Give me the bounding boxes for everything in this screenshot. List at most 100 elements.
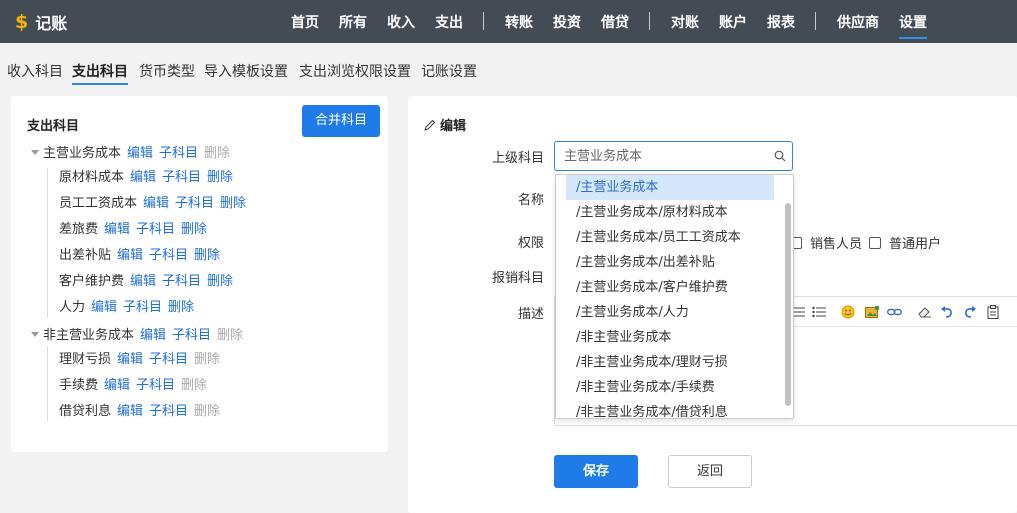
add-child-link[interactable]: 子科目	[149, 248, 188, 263]
add-child-link[interactable]: 子科目	[123, 300, 162, 315]
dropdown-option[interactable]: /非主营业务成本/手续费	[566, 375, 774, 400]
add-child-link[interactable]: 子科目	[159, 146, 198, 161]
delete-link[interactable]: 删除	[204, 146, 230, 161]
delete-link[interactable]: 删除	[168, 300, 194, 315]
delete-link[interactable]: 删除	[194, 248, 220, 263]
dropdown-option[interactable]: /主营业务成本/出差补贴	[566, 250, 774, 275]
tree-row: 借贷利息 编辑 子科目 删除	[59, 404, 226, 420]
dropdown-option[interactable]: /主营业务成本/客户维护费	[566, 275, 774, 300]
edit-link[interactable]: 编辑	[127, 146, 153, 161]
edit-link[interactable]: 编辑	[117, 404, 143, 419]
tree-row: 主营业务成本 编辑 子科目 删除	[31, 146, 236, 162]
edit-link[interactable]: 编辑	[104, 378, 130, 393]
merge-categories-button[interactable]: 合并科目	[302, 105, 380, 137]
delete-link[interactable]: 删除	[181, 378, 207, 393]
add-child-link[interactable]: 子科目	[172, 328, 211, 343]
nav-transfer[interactable]: 转账	[505, 12, 533, 32]
dropdown-option[interactable]: /主营业务成本/员工工资成本	[566, 225, 774, 250]
tab-currency-types[interactable]: 货币类型	[139, 61, 195, 81]
app-logo[interactable]: $ 记账	[15, 10, 67, 34]
edit-link[interactable]: 编辑	[130, 170, 156, 185]
tree-row: 出差补贴 编辑 子科目 删除	[59, 248, 226, 264]
nav-loan[interactable]: 借贷	[601, 12, 629, 32]
link-icon[interactable]	[886, 304, 902, 320]
back-button[interactable]: 返回	[668, 455, 752, 488]
panel-title: 支出科目	[27, 119, 80, 134]
tree-row: 手续费 编辑 子科目 删除	[59, 378, 213, 394]
category-name: 借贷利息	[59, 404, 112, 419]
add-child-link[interactable]: 子科目	[136, 222, 175, 237]
parent-category-input[interactable]	[555, 142, 760, 170]
permission-regular-user[interactable]: 普通用户	[869, 233, 941, 252]
nav-home[interactable]: 首页	[291, 12, 319, 32]
add-child-link[interactable]: 子科目	[149, 404, 188, 419]
delete-link[interactable]: 删除	[220, 196, 246, 211]
nav-settings[interactable]: 设置	[899, 12, 927, 39]
nav-reconcile[interactable]: 对账	[671, 12, 699, 32]
delete-link[interactable]: 删除	[217, 328, 243, 343]
parent-category-select[interactable]	[554, 141, 793, 171]
image-icon[interactable]	[864, 304, 880, 320]
category-name: 员工工资成本	[59, 196, 138, 211]
add-child-link[interactable]: 子科目	[162, 274, 201, 289]
dropdown-option[interactable]: /主营业务成本/原材料成本	[566, 200, 774, 225]
delete-link[interactable]: 删除	[207, 170, 233, 185]
edit-link[interactable]: 编辑	[130, 274, 156, 289]
delete-link[interactable]: 删除	[207, 274, 233, 289]
tab-expense-view-permissions[interactable]: 支出浏览权限设置	[299, 61, 411, 81]
parent-category-dropdown[interactable]: /主营业务成本/主营业务成本/原材料成本/主营业务成本/员工工资成本/主营业务成…	[555, 174, 794, 419]
edit-link[interactable]: 编辑	[143, 196, 169, 211]
nav-suppliers[interactable]: 供应商	[837, 12, 879, 32]
tab-income-categories[interactable]: 收入科目	[7, 61, 63, 81]
nav-reports[interactable]: 报表	[767, 12, 795, 32]
add-child-link[interactable]: 子科目	[162, 170, 201, 185]
tree-guide-line	[47, 346, 48, 421]
edit-link[interactable]: 编辑	[104, 222, 130, 237]
tab-expense-categories[interactable]: 支出科目	[72, 61, 128, 85]
category-name: 非主营业务成本	[43, 328, 135, 343]
dropdown-option[interactable]: /非主营业务成本/借贷利息	[566, 400, 774, 418]
edit-link[interactable]: 编辑	[91, 300, 117, 315]
tab-bookkeeping-settings[interactable]: 记账设置	[421, 61, 477, 81]
add-child-link[interactable]: 子科目	[149, 352, 188, 367]
delete-link[interactable]: 删除	[194, 404, 220, 419]
permission-sales[interactable]: 销售人员	[790, 233, 862, 252]
nav-investment[interactable]: 投资	[553, 12, 581, 32]
nav-accounts[interactable]: 账户	[719, 12, 747, 32]
delete-link[interactable]: 删除	[194, 352, 220, 367]
edit-link[interactable]: 编辑	[117, 352, 143, 367]
bullet-list-icon[interactable]	[811, 304, 827, 320]
dropdown-option[interactable]: /主营业务成本	[566, 175, 774, 200]
undo-icon[interactable]	[939, 304, 955, 320]
tree-guide-line	[47, 168, 48, 318]
caret-down-icon[interactable]	[31, 150, 39, 155]
redo-icon[interactable]	[961, 304, 977, 320]
nav-all[interactable]: 所有	[339, 12, 367, 32]
delete-link[interactable]: 删除	[181, 222, 207, 237]
category-name: 差旅费	[59, 222, 99, 237]
caret-down-icon[interactable]	[31, 332, 39, 337]
dollar-icon: $	[15, 11, 29, 33]
checkbox[interactable]	[869, 236, 881, 249]
add-child-link[interactable]: 子科目	[136, 378, 175, 393]
save-button[interactable]: 保存	[554, 455, 638, 488]
search-icon[interactable]	[774, 150, 786, 162]
parent-label: 上级科目	[492, 151, 545, 166]
dropdown-option[interactable]: /非主营业务成本/理财亏损	[566, 350, 774, 375]
category-name: 理财亏损	[59, 352, 112, 367]
clipboard-icon[interactable]	[985, 304, 1001, 320]
tab-import-templates[interactable]: 导入模板设置	[204, 61, 288, 81]
category-name: 原材料成本	[59, 170, 125, 185]
eraser-icon[interactable]	[917, 304, 933, 320]
add-child-link[interactable]: 子科目	[175, 196, 214, 211]
dropdown-scrollbar[interactable]	[785, 203, 791, 406]
edit-link[interactable]: 编辑	[140, 328, 166, 343]
edit-link[interactable]: 编辑	[117, 248, 143, 263]
emoji-icon[interactable]	[840, 304, 856, 320]
category-name: 出差补贴	[59, 248, 112, 263]
nav-expense[interactable]: 支出	[435, 12, 463, 32]
nav-income[interactable]: 收入	[387, 12, 415, 32]
dropdown-option[interactable]: /非主营业务成本	[566, 325, 774, 350]
dropdown-option[interactable]: /主营业务成本/人力	[566, 300, 774, 325]
tree-row: 非主营业务成本 编辑 子科目 删除	[31, 328, 249, 344]
